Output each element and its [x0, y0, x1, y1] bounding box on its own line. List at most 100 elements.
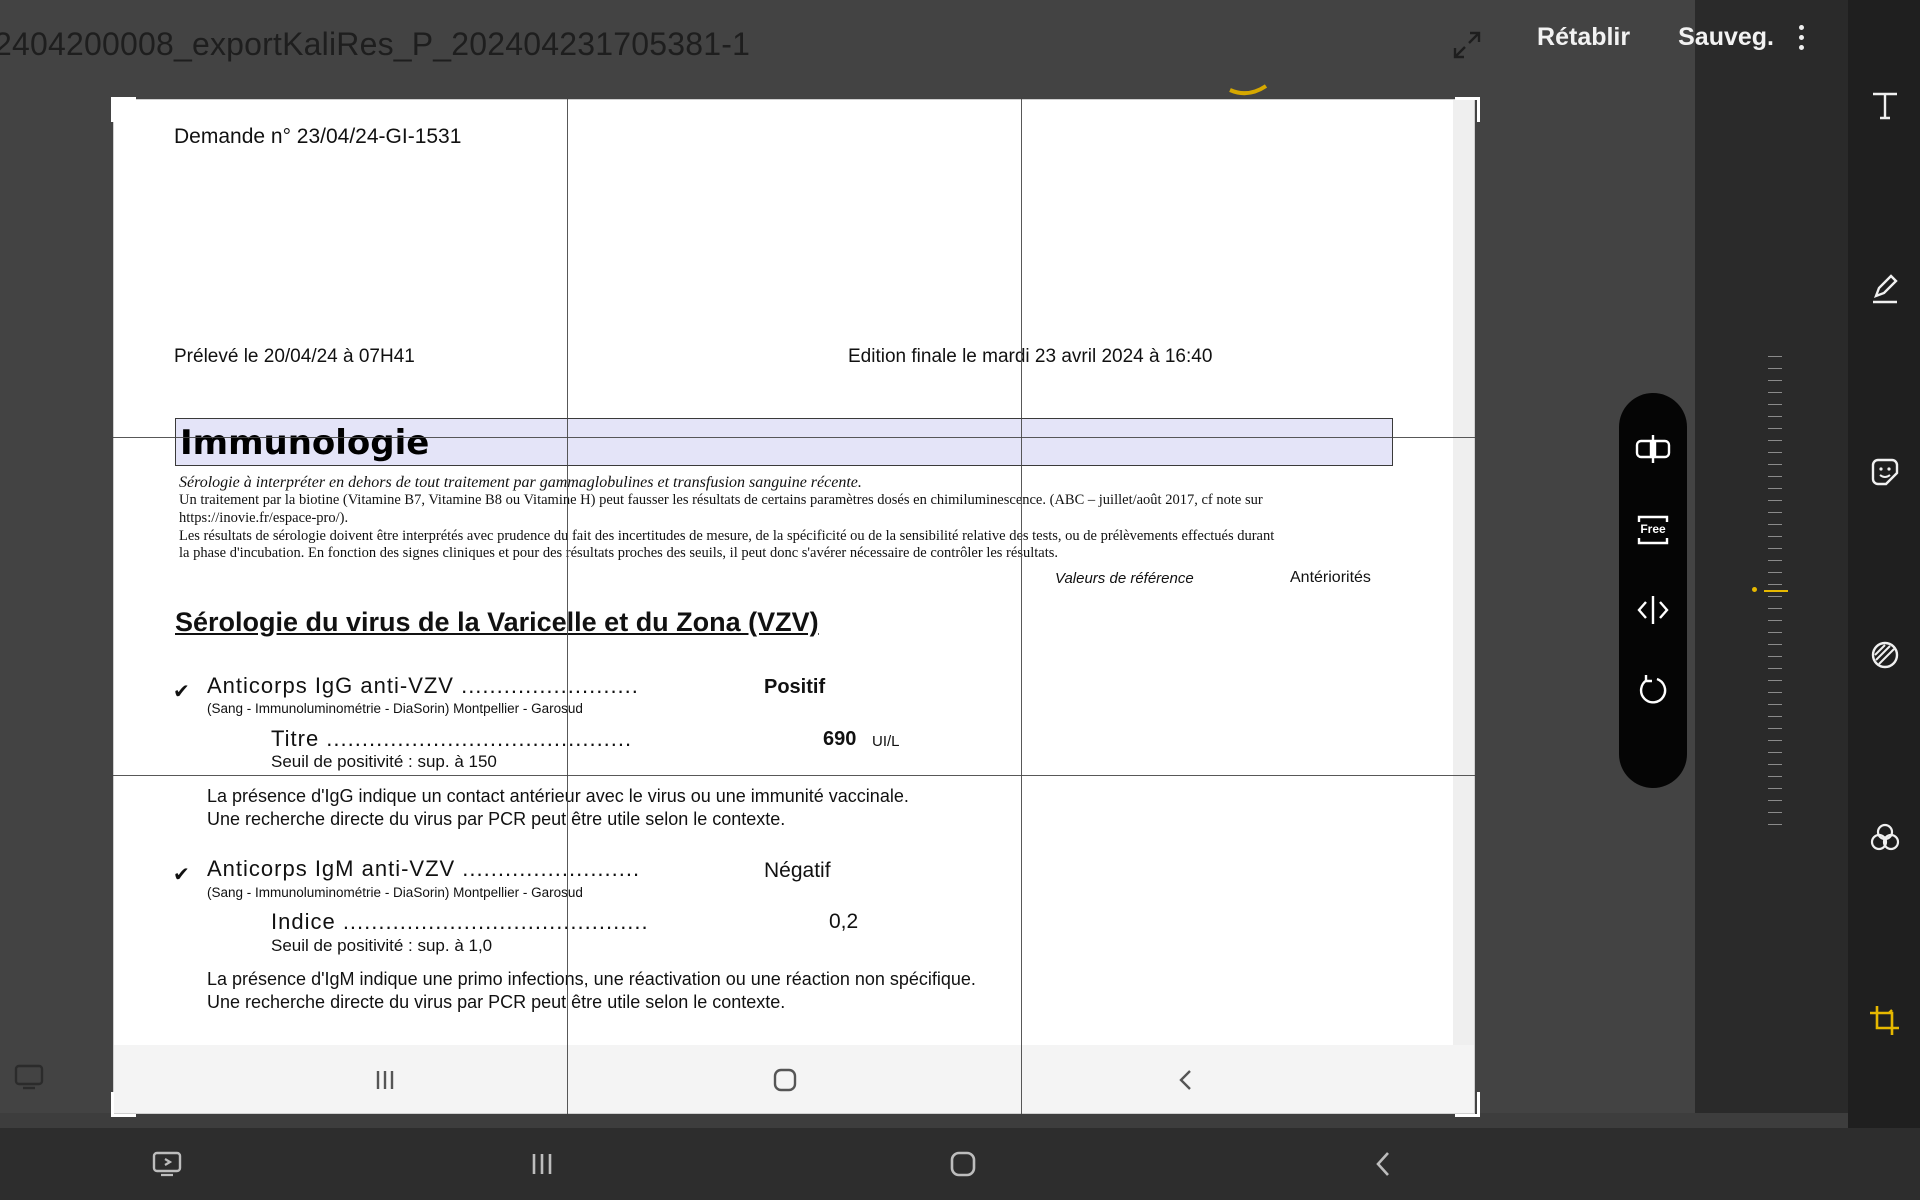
ruler-tick [1768, 764, 1782, 765]
igg-method: (Sang - Immunoluminométrie - DiaSorin) M… [207, 701, 583, 716]
check-mark: ✔ [173, 864, 190, 886]
text-icon[interactable] [1866, 86, 1904, 124]
mirror-icon[interactable] [1633, 590, 1673, 630]
screen-icon[interactable] [150, 1147, 184, 1181]
request-number: Demande n° 23/04/24-GI-1531 [174, 125, 462, 148]
tool-rail [1848, 0, 1920, 1128]
ruler-tick [1768, 728, 1782, 729]
edition-date: Edition finale le mardi 23 avril 2024 à … [848, 346, 1213, 367]
crop-grid-line [113, 775, 1475, 776]
ruler-tick [1768, 524, 1782, 525]
home-icon [773, 1068, 797, 1092]
ruler-tick [1768, 656, 1782, 657]
sticker-icon[interactable] [1866, 453, 1904, 491]
ruler-tick [1768, 500, 1782, 501]
ruler-tick [1768, 464, 1782, 465]
note-line: la phase d'incubation. En fonction des s… [179, 545, 1058, 561]
ruler-tick [1768, 392, 1782, 393]
captured-nav-bar [113, 1045, 1475, 1114]
crop-handle-bottom-right[interactable] [1455, 1092, 1480, 1117]
top-actions: Rétablir Sauveg. [1531, 22, 1780, 53]
straighten-ruler[interactable] [1764, 356, 1788, 826]
back-icon[interactable] [1367, 1147, 1401, 1181]
pen-icon[interactable] [1866, 270, 1904, 308]
section-title: Immunologie [180, 423, 430, 463]
column-reference: Valeurs de référence [1055, 570, 1194, 587]
ruler-tick [1768, 752, 1782, 753]
ruler-center-dot [1752, 587, 1757, 592]
expand-icon[interactable] [1452, 30, 1482, 60]
ruler-tick [1768, 824, 1782, 825]
ruler-tick [1768, 452, 1782, 453]
ruler-tick [1768, 368, 1782, 369]
recents-icon [376, 1071, 394, 1089]
igg-label: Anticorps IgG anti-VZV .................… [207, 673, 639, 698]
ruler-tick [1768, 476, 1782, 477]
filter-icon[interactable] [1866, 636, 1904, 674]
photo-editor: 2404200008_exportKaliRes_P_2024042317053… [0, 0, 1920, 1200]
crop-handle-bottom-left[interactable] [111, 1092, 136, 1117]
recents-icon[interactable] [525, 1147, 559, 1181]
ruler-tick [1768, 596, 1782, 597]
titre-value: 690 [823, 728, 857, 750]
file-title: 2404200008_exportKaliRes_P_2024042317053… [0, 26, 751, 62]
igm-comment: Une recherche directe du virus par PCR p… [207, 992, 786, 1012]
ruler-tick [1768, 536, 1782, 537]
crop-handle-top-left[interactable] [111, 97, 136, 122]
rotate-icon[interactable] [1633, 671, 1673, 711]
free-ratio-label: Free [1640, 522, 1666, 536]
index-label: Indice .................................… [271, 909, 649, 934]
igm-comment: La présence d'IgM indique une primo infe… [207, 969, 976, 989]
ruler-tick [1768, 488, 1782, 489]
crop-grid-line [567, 99, 568, 1114]
crop-grid-line [1021, 99, 1022, 1114]
ruler-tick [1768, 788, 1782, 789]
ruler-tick [1768, 740, 1782, 741]
ruler-tick [1768, 620, 1782, 621]
ruler-tick [1768, 440, 1782, 441]
igg-threshold: Seuil de positivité : sup. à 150 [271, 752, 497, 771]
screen-icon[interactable] [12, 1060, 46, 1094]
section-header: Immunologie [175, 418, 1393, 466]
crop-icon[interactable] [1866, 1002, 1904, 1040]
free-ratio-icon[interactable]: Free [1633, 510, 1673, 550]
sampled-date: Prélevé le 20/04/24 à 07H41 [174, 346, 415, 367]
kebab-menu-icon[interactable] [1786, 20, 1816, 64]
ruler-indicator [1764, 590, 1788, 592]
ruler-tick [1768, 548, 1782, 549]
igg-result: Positif [764, 676, 826, 698]
ruler-tick [1768, 584, 1782, 585]
ruler-tick [1768, 668, 1782, 669]
ruler-tick [1768, 632, 1782, 633]
crop-handle-top-right[interactable] [1455, 97, 1480, 122]
restore-button[interactable]: Rétablir [1531, 22, 1636, 53]
back-icon [1179, 1070, 1191, 1090]
igg-comment: Une recherche directe du virus par PCR p… [207, 809, 786, 829]
ruler-tick [1768, 404, 1782, 405]
page-edge [1453, 99, 1475, 1045]
igg-comment: La présence d'IgG indique un contact ant… [207, 786, 909, 806]
ruler-tick [1768, 380, 1782, 381]
igm-label: Anticorps IgM anti-VZV .................… [207, 856, 641, 881]
save-button[interactable]: Sauveg. [1672, 22, 1780, 53]
crop-tools: Free [1619, 393, 1687, 788]
ruler-tick [1768, 692, 1782, 693]
titre-unit: UI/L [872, 733, 900, 750]
home-icon[interactable] [946, 1147, 980, 1181]
ruler-tick [1768, 572, 1782, 573]
ruler-tick [1768, 608, 1782, 609]
ruler-tick [1768, 716, 1782, 717]
ruler-tick [1768, 428, 1782, 429]
titre-label: Titre ..................................… [271, 726, 633, 751]
ruler-tick [1768, 800, 1782, 801]
check-mark: ✔ [173, 681, 190, 703]
ruler-tick [1768, 776, 1782, 777]
igm-method: (Sang - Immunoluminométrie - DiaSorin) M… [207, 885, 583, 900]
flip-icon[interactable] [1633, 429, 1673, 469]
index-value: 0,2 [829, 910, 859, 933]
note-line: Un traitement par la biotine (Vitamine B… [179, 492, 1263, 508]
note-line: Les résultats de sérologie doivent être … [179, 528, 1275, 544]
document-page[interactable]: Demande n° 23/04/24-GI-1531 Prélevé le 2… [113, 99, 1475, 1114]
color-icon[interactable] [1866, 819, 1904, 857]
note-line: https://inovie.fr/espace-pro/). [179, 510, 349, 526]
